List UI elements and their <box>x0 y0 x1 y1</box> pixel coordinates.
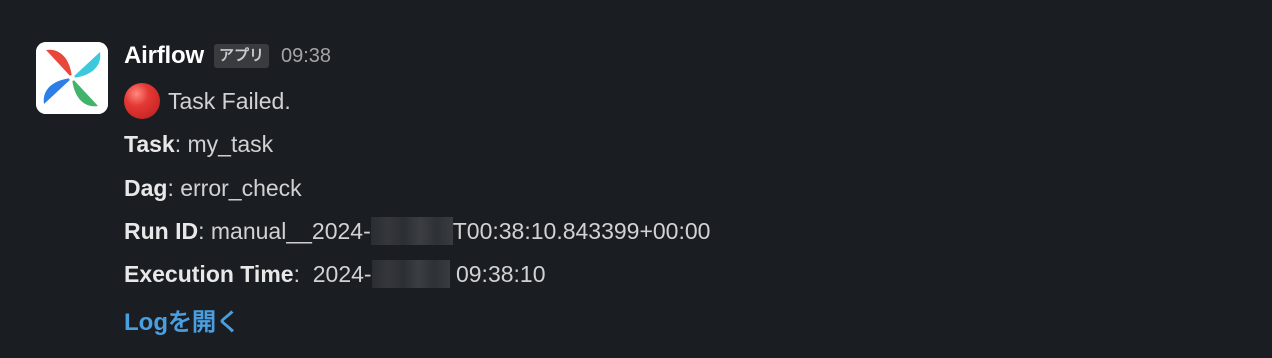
run-id-prefix: manual__2024- <box>210 217 371 244</box>
run-id-line: Run ID: manual__2024- T00:38:10.843399+00… <box>124 214 710 248</box>
task-colon: : <box>174 130 188 157</box>
status-text: Task Failed. <box>168 87 291 114</box>
execution-time-prefix: 2024- <box>312 260 372 287</box>
execution-time-label: Execution Time <box>124 260 294 287</box>
task-line: Task: my_task <box>124 127 273 161</box>
run-id-colon: : <box>198 217 211 244</box>
execution-time-line: Execution Time: 2024- 09:38:10 <box>124 257 546 291</box>
app-badge: アプリ <box>213 44 269 68</box>
message-timestamp[interactable]: 09:38 <box>281 45 331 68</box>
dag-colon: : <box>167 174 181 201</box>
sender-name[interactable]: Airflow <box>124 42 204 70</box>
dag-label: Dag <box>124 174 168 201</box>
run-id-suffix: T00:38:10.843399+00:00 <box>452 217 711 244</box>
red-circle-icon <box>124 83 160 119</box>
status-line: Task Failed. <box>124 83 291 119</box>
airflow-logo-avatar[interactable] <box>36 42 108 114</box>
pinwheel-icon <box>36 42 108 114</box>
message-header: Airflow アプリ 09:38 <box>124 40 331 72</box>
dag-value: error_check <box>180 174 302 201</box>
slack-message: Airflow アプリ 09:38 Task Failed. Task: my_… <box>0 0 1272 358</box>
dag-line: Dag: error_check <box>124 171 302 205</box>
redacted-block <box>371 260 450 288</box>
open-log-link[interactable]: Logを開く <box>124 302 240 337</box>
redacted-block <box>370 217 453 245</box>
task-label: Task <box>124 130 175 157</box>
run-id-label: Run ID <box>124 217 199 244</box>
task-value: my_task <box>187 130 274 157</box>
execution-time-suffix: 09:38:10 <box>455 260 546 287</box>
execution-time-colon: : <box>293 260 313 287</box>
